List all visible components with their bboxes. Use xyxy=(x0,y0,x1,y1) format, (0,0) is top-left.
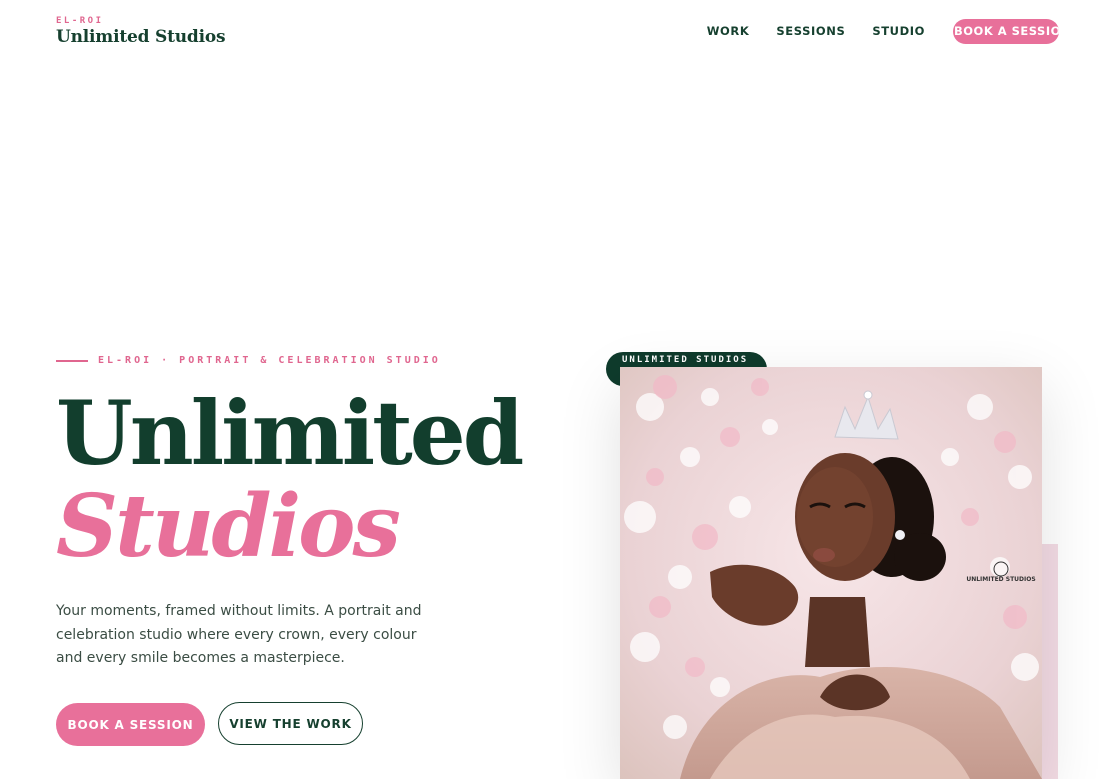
main-nav: WORK SESSIONS STUDIO BOOK A SESSION xyxy=(680,19,1059,44)
view-work-button[interactable]: VIEW THE WORK xyxy=(218,702,363,745)
nav-link-studio[interactable]: STUDIO xyxy=(872,19,925,44)
portrait-illustration: UNLIMITED STUDIOS xyxy=(620,367,1042,779)
brand-kicker: EL-ROI xyxy=(56,16,104,26)
eyebrow-text: EL-ROI · PORTRAIT & CELEBRATION STUDIO xyxy=(98,355,441,366)
hero-description: Your moments, framed without limits. A p… xyxy=(56,603,422,666)
hero-portrait-photo: UNLIMITED STUDIOS xyxy=(620,367,1042,779)
nav-link-work[interactable]: WORK xyxy=(707,19,750,44)
hero-eyebrow: EL-ROI · PORTRAIT & CELEBRATION STUDIO xyxy=(56,355,441,366)
eyebrow-divider-line xyxy=(56,359,88,362)
svg-text:UNLIMITED STUDIOS: UNLIMITED STUDIOS xyxy=(966,576,1035,583)
nav-book-session-button[interactable]: BOOK A SESSION xyxy=(953,19,1059,44)
book-session-button[interactable]: BOOK A SESSION xyxy=(56,703,205,746)
brand-logo[interactable]: EL-ROI Unlimited Studios xyxy=(56,15,226,47)
hero-title-line1: Unlimited xyxy=(56,381,524,485)
brand-name: Unlimited Studios xyxy=(56,27,226,47)
nav-link-sessions[interactable]: SESSIONS xyxy=(776,19,845,44)
hero-title-line2: Studios xyxy=(56,476,401,577)
